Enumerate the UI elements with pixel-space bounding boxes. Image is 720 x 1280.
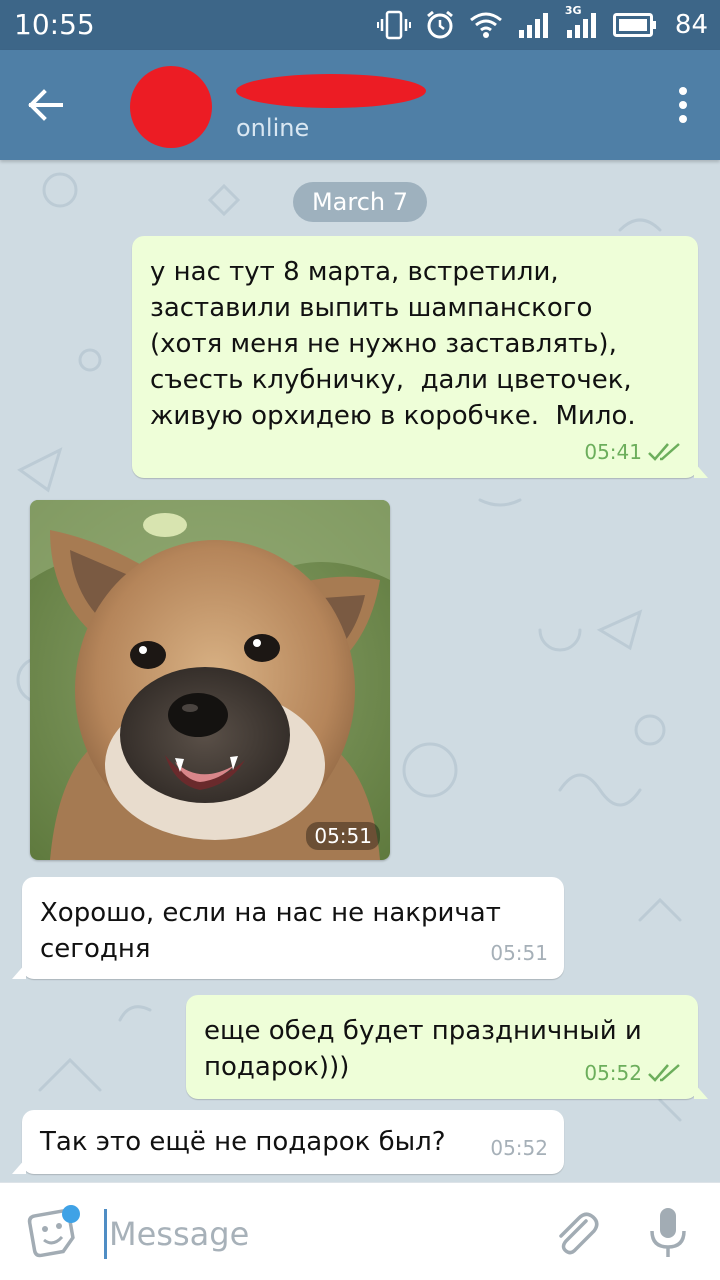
message-time: 05:52 (490, 1136, 548, 1160)
paperclip-icon (559, 1212, 599, 1255)
message-text: еще обед будет праздничный и подарок))) (204, 1016, 642, 1082)
bubble-tail (694, 1083, 708, 1099)
status-time: 10:55 (14, 8, 95, 41)
vibrate-icon (376, 10, 411, 40)
dog-photo (30, 500, 390, 860)
double-check-icon (648, 1064, 680, 1082)
wifi-icon (469, 12, 502, 38)
bubble-tail (12, 963, 26, 979)
message-time: 05:52 (584, 1061, 642, 1085)
photo-message[interactable]: 05:51 (30, 500, 390, 860)
chat-area[interactable]: March 7 у нас тут 8 марта, встретили, за… (0, 160, 720, 1182)
message-meta: 05:41 (584, 434, 682, 470)
attach-button[interactable] (552, 1209, 602, 1259)
message-text: Так это ещё не подарок был? (40, 1127, 446, 1157)
message-incoming[interactable]: Так это ещё не подарок был? 05:52 (12, 1110, 564, 1174)
arrow-left-icon (28, 89, 63, 121)
message-incoming[interactable]: Хорошо, если на нас не накричат сегодня … (12, 877, 564, 979)
message-outgoing[interactable]: еще обед будет праздничный и подарок))) … (186, 995, 708, 1099)
message-meta: 05:52 (490, 1130, 548, 1166)
date-separator: March 7 (293, 182, 427, 222)
double-check-icon (648, 443, 680, 461)
new-stickers-badge (62, 1205, 80, 1223)
message-meta: 05:52 (584, 1055, 682, 1091)
network-type-label: 3G (564, 4, 582, 17)
bubble-tail (12, 1158, 26, 1174)
alarm-icon (426, 10, 453, 39)
message-text: Хорошо, если на нас не накричат сегодня (40, 898, 501, 964)
message-outgoing[interactable]: у нас тут 8 марта, встретили, заставили … (132, 236, 708, 478)
battery-icon (612, 13, 656, 37)
back-button[interactable] (20, 80, 70, 130)
microphone-icon (650, 1208, 686, 1257)
photo-time: 05:51 (306, 822, 380, 850)
status-icons: 3G 84 (376, 4, 708, 40)
redaction-mark (236, 74, 426, 108)
message-text: у нас тут 8 марта, встретили, заставили … (150, 257, 636, 431)
status-bar: 10:55 3G 84 (0, 0, 720, 50)
contact-avatar[interactable] (130, 66, 212, 148)
contact-status: online (236, 114, 310, 142)
chat-header: online (0, 50, 720, 160)
more-vertical-icon (679, 87, 687, 123)
more-options-button[interactable] (668, 82, 698, 128)
battery-level: 84 (674, 10, 708, 40)
message-time: 05:41 (584, 440, 642, 464)
message-meta: 05:51 (490, 935, 548, 971)
bubble-tail (694, 462, 708, 478)
message-time: 05:51 (490, 941, 548, 965)
message-composer (0, 1182, 720, 1280)
signal-3g-icon: 3G (565, 4, 599, 38)
message-input[interactable] (104, 1209, 524, 1259)
signal-icon (518, 13, 548, 38)
contact-name[interactable] (236, 72, 426, 108)
voice-message-button[interactable] (646, 1205, 690, 1261)
